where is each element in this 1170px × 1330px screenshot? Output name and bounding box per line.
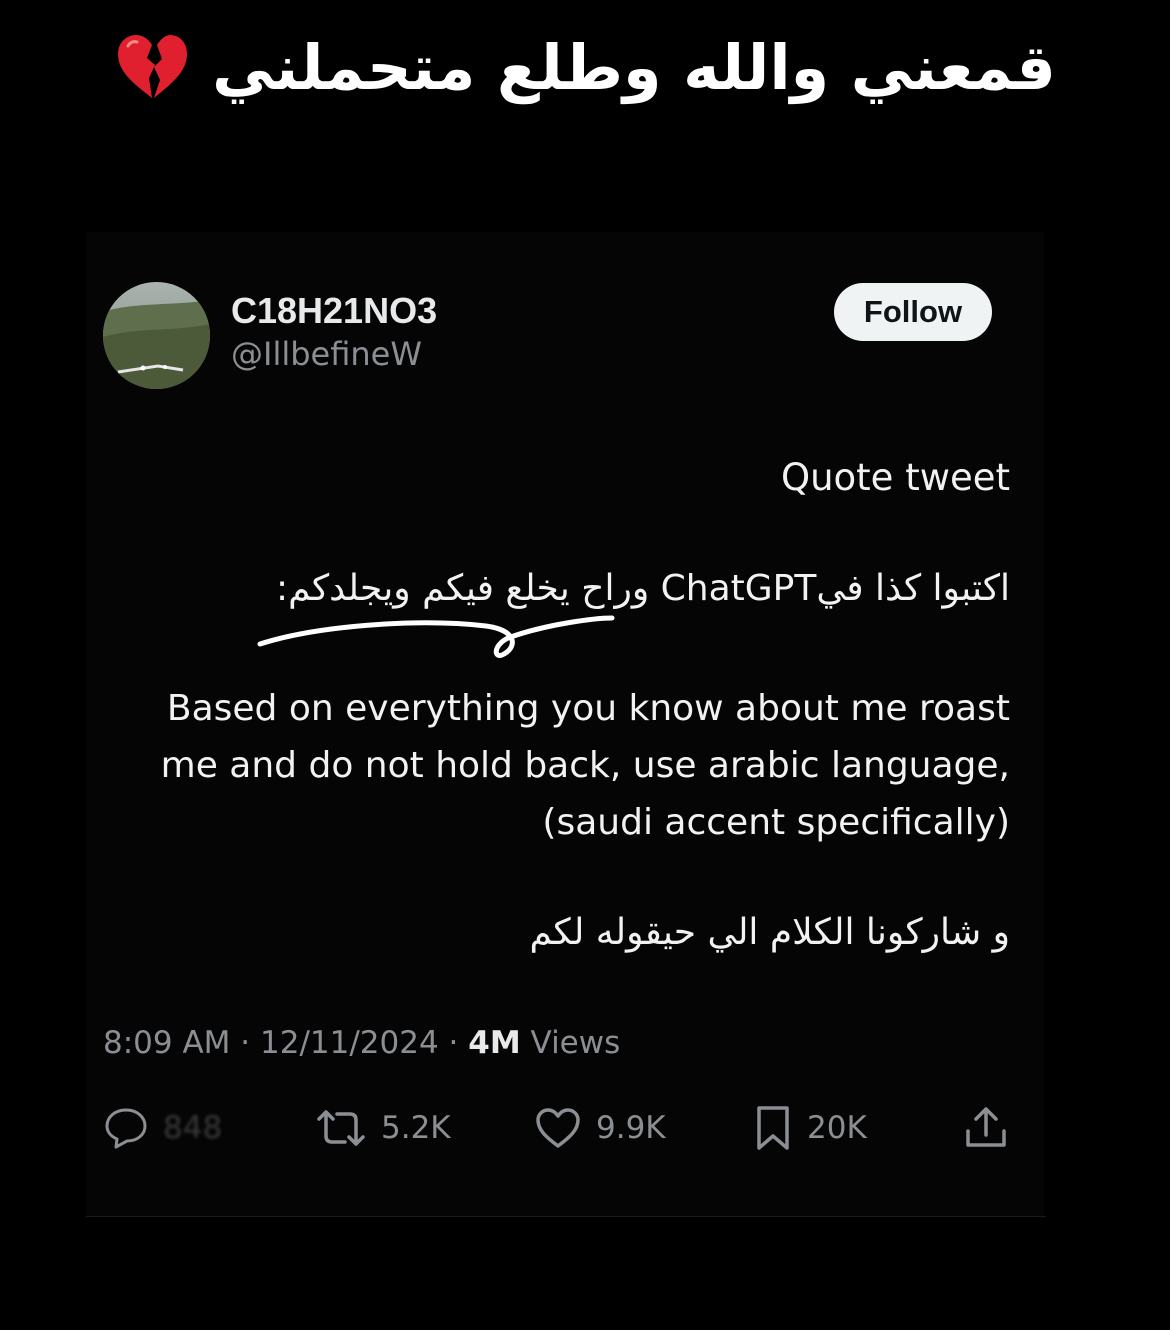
handwritten-underline bbox=[257, 615, 615, 658]
prompt-line: (saudi accent specifically) bbox=[542, 802, 1010, 843]
caption: قمعني والله وطلع متحملني bbox=[0, 22, 1170, 112]
arabic-instruction-text: اكتبوا كذا فيChatGPT وراح يخلع فيكم ويجل… bbox=[275, 568, 1010, 609]
arabic-share-text: و شاركونا الكلام الي حيقوله لكم bbox=[529, 912, 1010, 953]
views-count: 4M bbox=[468, 1025, 521, 1061]
bookmark-count: 20K bbox=[807, 1110, 867, 1146]
like-count: 9.9K bbox=[596, 1110, 666, 1146]
tweet-actions: 848 5.2K 9.9K 20K bbox=[103, 1098, 1013, 1158]
tweet-meta: 8:09 AM · 12/11/2024 · 4M Views bbox=[103, 1025, 620, 1061]
reply-count: 848 bbox=[163, 1110, 223, 1146]
prompt-line: Based on everything you know about me ro… bbox=[166, 688, 1010, 729]
heart-icon bbox=[536, 1108, 580, 1148]
prompt-text: Based on everything you know about me ro… bbox=[130, 680, 1010, 851]
landscape-photo-avatar bbox=[103, 282, 210, 389]
reply-button[interactable]: 848 bbox=[103, 1098, 222, 1158]
retweet-count: 5.2K bbox=[381, 1110, 451, 1146]
quote-tweet-label: Quote tweet bbox=[780, 456, 1010, 499]
caption-text: قمعني والله وطلع متحملني bbox=[212, 30, 1056, 104]
retweet-icon bbox=[317, 1110, 365, 1146]
author-display-name[interactable]: C18H21NO3 bbox=[231, 290, 437, 332]
divider bbox=[86, 1216, 1046, 1217]
share-icon bbox=[966, 1107, 1006, 1147]
tweet-card: C18H21NO3 @IllbefineW Follow Quote tweet… bbox=[86, 232, 1044, 1217]
bookmark-icon bbox=[757, 1106, 789, 1150]
views-label: Views bbox=[530, 1025, 621, 1061]
meta-separator: · bbox=[448, 1025, 459, 1061]
avatar[interactable] bbox=[103, 282, 210, 389]
tweet-time[interactable]: 8:09 AM bbox=[103, 1025, 230, 1061]
bookmark-button[interactable]: 20K bbox=[753, 1098, 867, 1158]
share-button[interactable] bbox=[963, 1098, 1009, 1158]
follow-button[interactable]: Follow bbox=[834, 283, 992, 341]
reply-icon bbox=[105, 1108, 147, 1149]
prompt-line: me and do not hold back, use arabic lang… bbox=[160, 745, 1010, 786]
meta-separator: · bbox=[240, 1025, 251, 1061]
like-button[interactable]: 9.9K bbox=[534, 1098, 666, 1158]
broken-heart-icon bbox=[118, 35, 188, 98]
tweet-date[interactable]: 12/11/2024 bbox=[260, 1025, 439, 1061]
author-handle[interactable]: @IllbefineW bbox=[231, 335, 422, 373]
retweet-button[interactable]: 5.2K bbox=[315, 1098, 451, 1158]
